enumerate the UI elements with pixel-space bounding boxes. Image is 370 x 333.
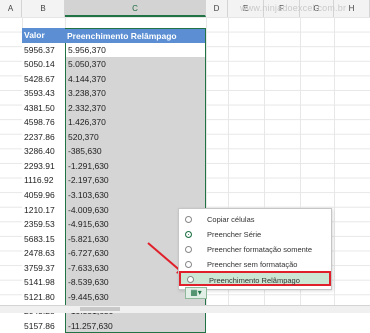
option-label: Preenchimento Relâmpago [209,276,300,285]
menu-option-copiar-celulas[interactable]: Copiar células [179,212,331,227]
valor-cell[interactable]: 1116.92 [22,173,65,189]
radio-icon[interactable] [185,261,192,268]
column-header-d[interactable]: D [206,0,228,17]
grid-line [334,17,335,312]
preenchimento-cell[interactable]: -1.291,630 [65,158,206,174]
preenchimento-cell[interactable]: 4.144,370 [65,71,206,87]
column-header-a[interactable]: A [0,0,22,17]
option-label: Preencher formatação somente [207,245,313,254]
menu-option-preenchimento-relampago[interactable]: Preenchimento Relâmpago [179,271,331,286]
header-valor[interactable]: Valor [22,28,65,43]
column-header-h[interactable]: H [334,0,370,17]
valor-cell[interactable]: 2359.53 [22,217,65,232]
menu-option-preencher-serie[interactable]: Preencher Série [179,227,331,242]
valor-cell[interactable]: 4381.50 [22,100,65,116]
preenchimento-cell[interactable]: -385,630 [65,144,206,159]
preenchimento-cell[interactable]: 5.050,370 [65,57,206,72]
valor-cell[interactable]: 5157.86 [22,318,65,333]
column-header-b[interactable]: B [22,0,65,17]
scrollbar-thumb[interactable] [80,307,120,311]
column-header-g[interactable]: G [300,0,334,17]
valor-cell[interactable]: 5050.14 [22,57,65,72]
valor-cell[interactable]: 3286.40 [22,144,65,159]
menu-option-preencher-sem-formatacao[interactable]: Preencher sem formatação [179,257,331,272]
preenchimento-cell[interactable]: 2.332,370 [65,100,206,116]
radio-icon[interactable] [185,216,192,223]
valor-cell[interactable]: 5141.98 [22,275,65,290]
preenchimento-cell[interactable]: 1.426,370 [65,115,206,130]
preenchimento-cell[interactable]: 5.956,370 [65,42,206,58]
valor-cell[interactable]: 5683.15 [22,231,65,247]
column-header-f[interactable]: F [264,0,300,17]
radio-icon[interactable] [185,246,192,253]
valor-cell[interactable]: 2478.63 [22,246,65,261]
radio-icon[interactable] [187,276,194,283]
valor-cell[interactable]: 4059.96 [22,188,65,203]
option-label: Preencher Série [207,230,262,239]
option-label: Preencher sem formatação [207,260,298,269]
radio-selected-icon[interactable] [185,231,192,238]
preenchimento-cell[interactable]: -11.257,630 [65,318,206,333]
valor-cell[interactable]: 3759.37 [22,260,65,276]
valor-cell[interactable]: 1210.17 [22,202,65,218]
preenchimento-cell[interactable]: 520,370 [65,129,206,145]
valor-cell[interactable]: 4598.76 [22,115,65,130]
valor-cell[interactable]: 5428.67 [22,71,65,87]
preenchimento-cell[interactable]: 3.238,370 [65,86,206,101]
menu-option-preencher-formatacao[interactable]: Preencher formatação somente [179,242,331,257]
option-label: Copiar células [207,215,255,224]
preenchimento-cell[interactable]: -2.197,630 [65,173,206,189]
valor-cell[interactable]: 2237.86 [22,129,65,145]
preenchimento-cell[interactable]: -3.103,630 [65,188,206,203]
valor-cell[interactable]: 5121.80 [22,289,65,305]
valor-cell[interactable]: 3593.43 [22,86,65,101]
column-headers: A B C D E F G H www.ninjadoexcel.com.br [0,0,370,18]
autofill-options-icon: ▦▾ [190,288,202,297]
valor-cell[interactable]: 2293.91 [22,158,65,174]
valor-cell[interactable]: 5956.37 [22,42,65,58]
autofill-options-menu: Copiar células Preencher Série Preencher… [178,208,332,290]
column-header-c[interactable]: C [65,0,206,17]
autofill-options-button[interactable]: ▦▾ [185,287,207,299]
header-preenchimento[interactable]: Preenchimento Relâmpago [65,28,206,43]
column-header-e[interactable]: E [228,0,264,17]
